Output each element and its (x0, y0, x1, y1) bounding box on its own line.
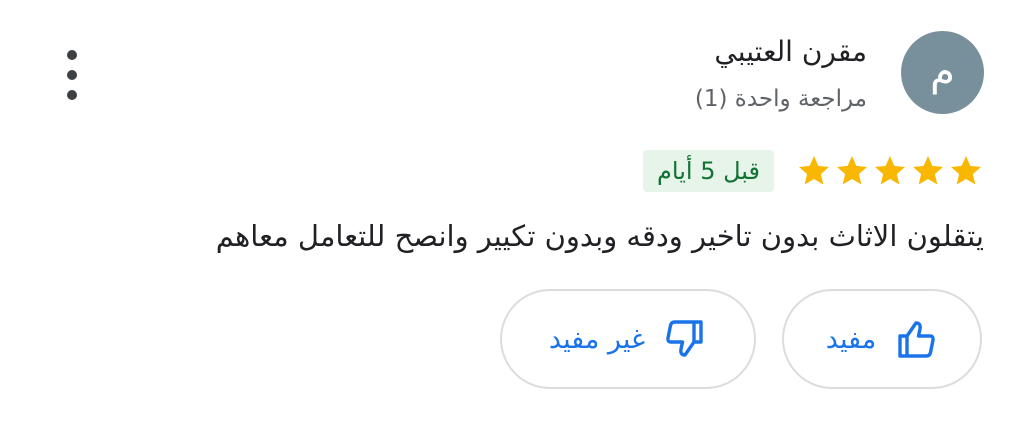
star-icon (913, 156, 943, 185)
menu-dot (67, 90, 77, 100)
star-icon (875, 156, 905, 185)
thumbs-down-icon (663, 317, 707, 361)
helpful-label: مفيد (825, 323, 877, 355)
reviewer-review-count: مراجعة واحدة (1) (694, 86, 867, 112)
star-icon (799, 156, 829, 185)
star-rating (796, 153, 984, 189)
thumbs-up-icon (894, 317, 938, 361)
rating-row: قبل 5 أيام (643, 150, 984, 192)
time-badge: قبل 5 أيام (643, 150, 774, 192)
menu-dot (67, 70, 77, 80)
reviewer-name[interactable]: مقرن العتيبي (714, 34, 867, 70)
avatar[interactable]: م (901, 31, 984, 114)
more-options-icon[interactable] (52, 50, 92, 100)
not-helpful-label: غير مفيد (548, 323, 646, 355)
menu-dot (67, 50, 77, 60)
helpful-button[interactable]: مفيد (782, 289, 982, 389)
review-text: يتقلون الاثاث بدون تاخير ودقه وبدون تكيي… (215, 219, 984, 253)
star-icon (837, 156, 867, 185)
star-icon (951, 156, 981, 185)
not-helpful-button[interactable]: غير مفيد (500, 289, 756, 389)
review-card: م مقرن العتيبي مراجعة واحدة (1) قبل 5 أي… (0, 0, 1024, 429)
